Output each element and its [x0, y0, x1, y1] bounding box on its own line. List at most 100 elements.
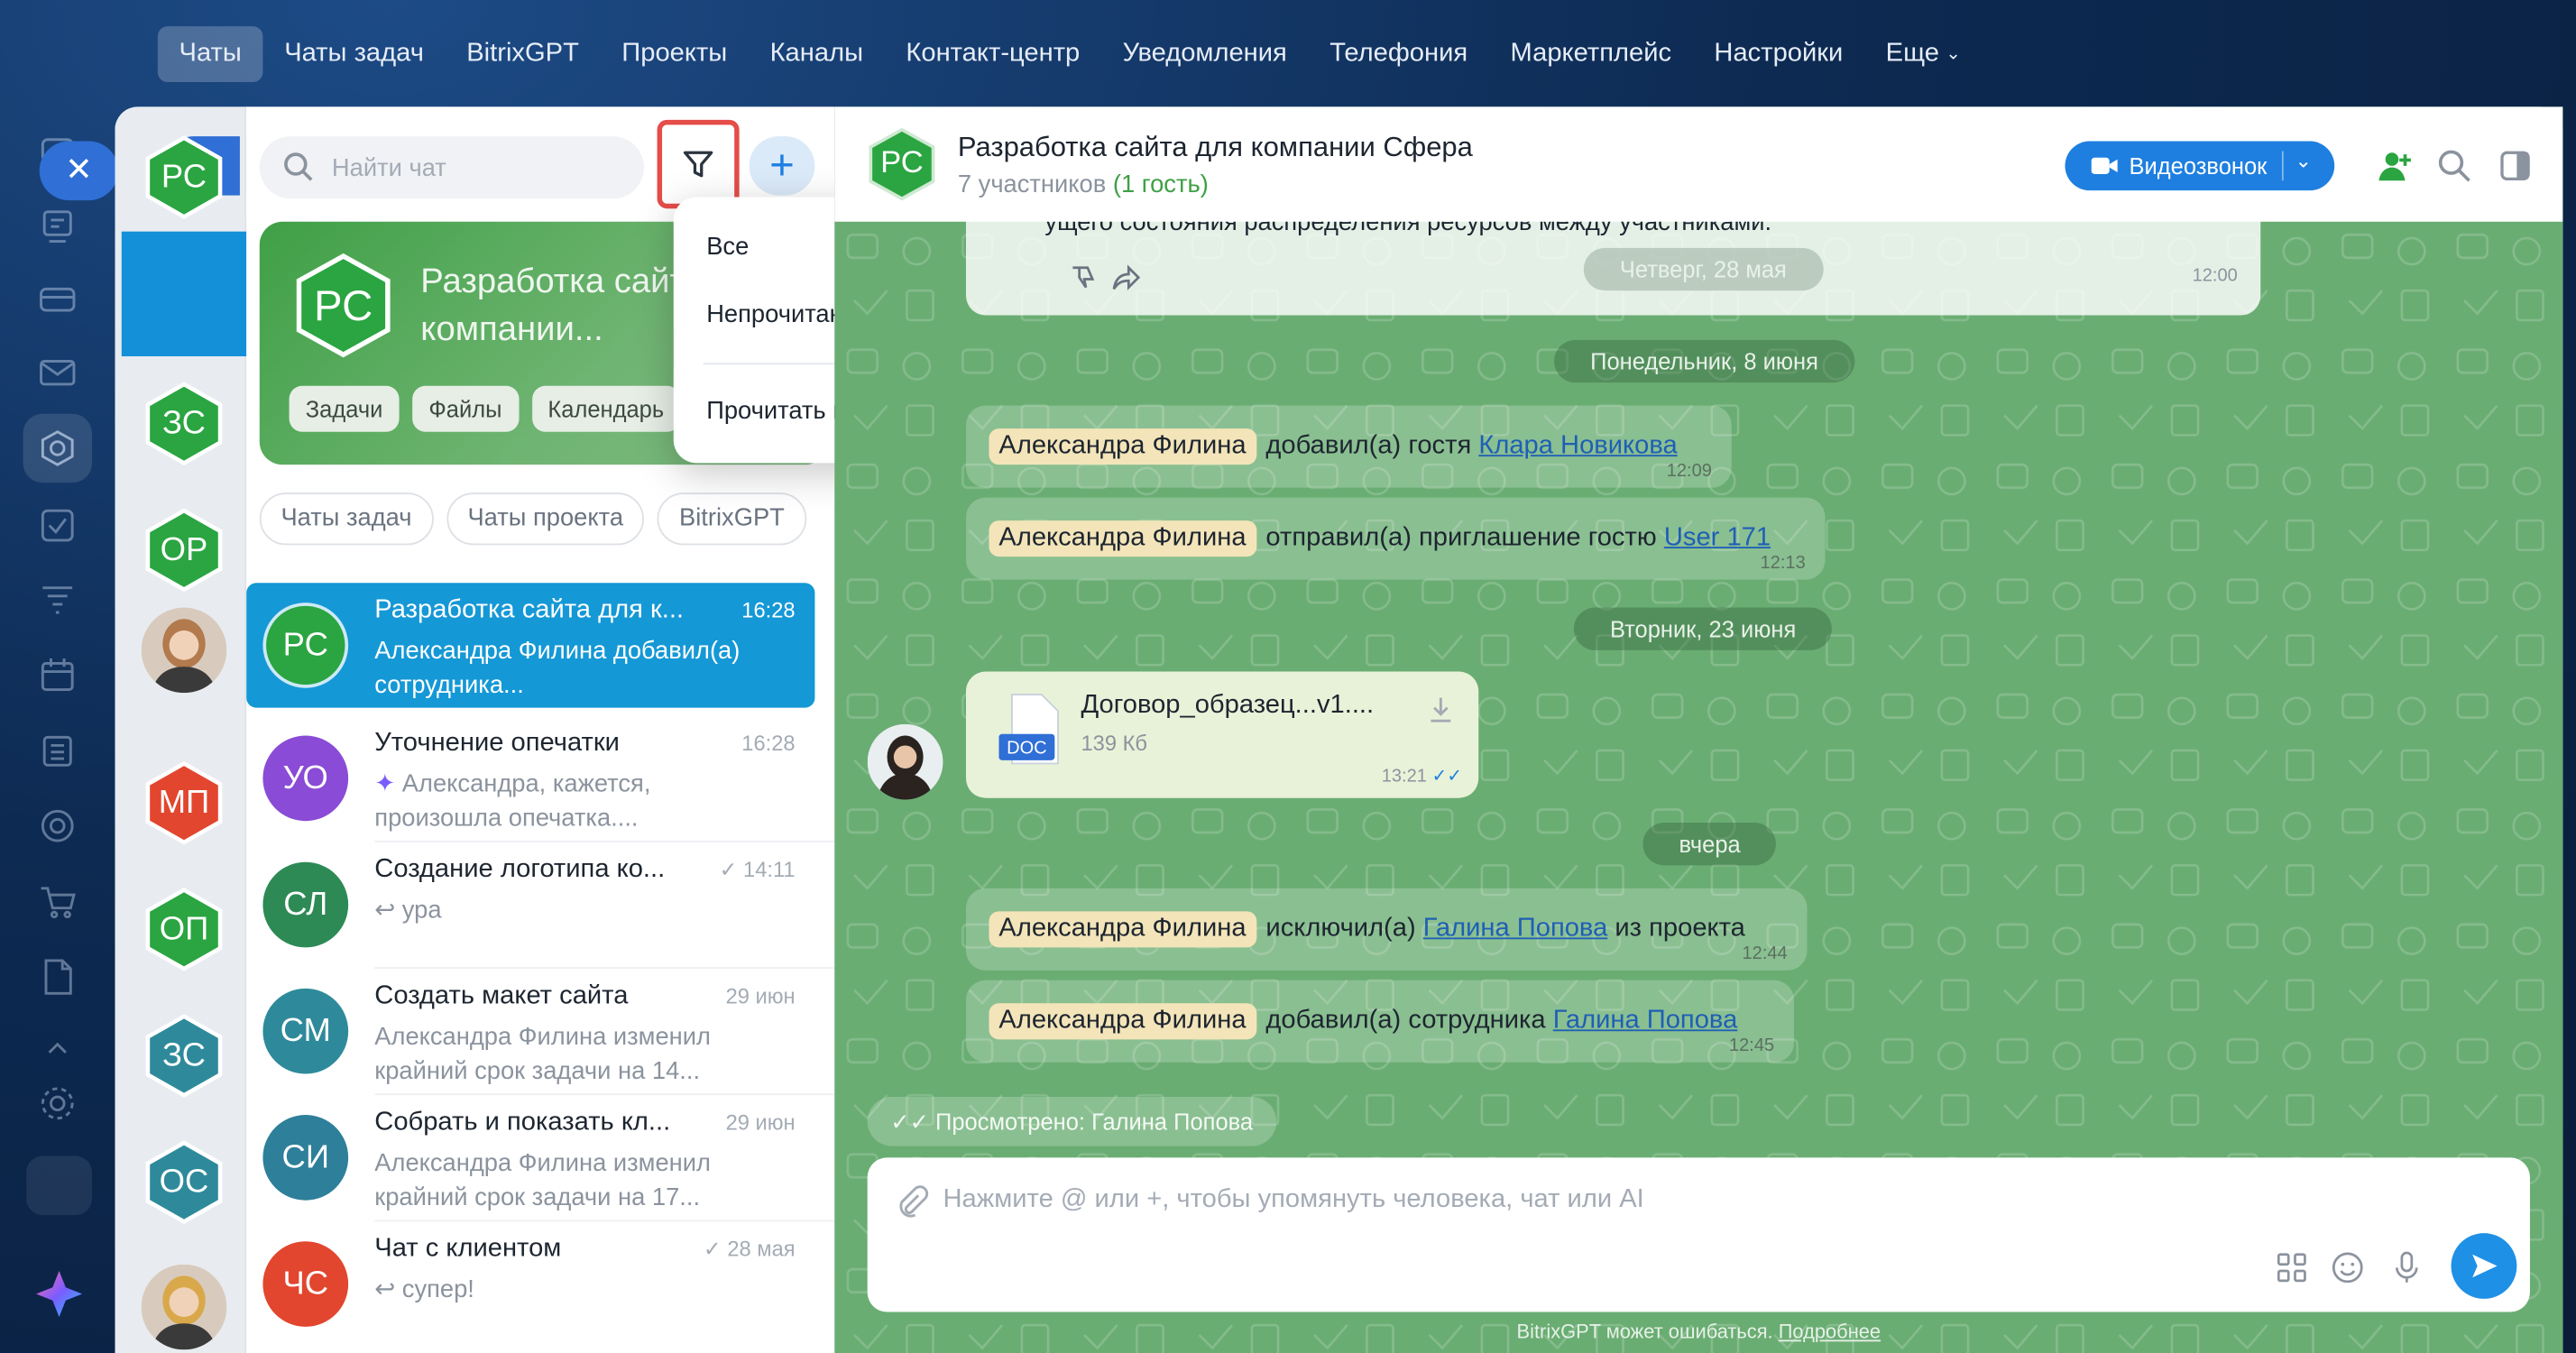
search-field[interactable]: [259, 136, 644, 199]
target-icon[interactable]: [36, 805, 78, 847]
recent-avatar-photo[interactable]: [141, 1264, 227, 1350]
nav-task-chats[interactable]: Чаты задач: [263, 26, 446, 82]
copilot-icon[interactable]: [32, 1267, 85, 1320]
chat-list-item[interactable]: СМ Создать макет сайта 29 июн Александра Фи…: [246, 969, 814, 1093]
mention-link[interactable]: User 171: [1664, 524, 1771, 554]
microphone-icon[interactable]: [2388, 1249, 2424, 1285]
chat-avatar-initials: СИ: [281, 1138, 330, 1175]
message-time: 12:45: [1728, 1035, 1775, 1056]
calendar-icon[interactable]: [36, 654, 78, 696]
checkbox-icon[interactable]: [36, 504, 78, 547]
chat-avatar[interactable]: РС: [864, 126, 940, 202]
recent-chat-avatar[interactable]: ОР: [142, 508, 227, 594]
tasks-icon[interactable]: [36, 206, 78, 248]
chat-title: Создание логотипа ко...: [374, 855, 666, 884]
filter-chip-task-chats[interactable]: Чаты задач: [259, 492, 434, 546]
search-icon[interactable]: [2436, 148, 2472, 184]
chat-preview: Александра Филина изменил крайний срок з…: [374, 1146, 746, 1215]
share-icon[interactable]: [1110, 262, 1143, 292]
author-name[interactable]: Александра Филина: [989, 520, 1256, 557]
hero-chip-calendar[interactable]: Календарь: [531, 385, 681, 432]
top-navigation: Чаты Чаты задач BitrixGPT Проекты Каналы…: [157, 26, 1983, 83]
filter-option-all[interactable]: Все: [706, 233, 749, 261]
chat-list-item[interactable]: РС Разработка сайта для к... 16:28 Александ…: [246, 583, 815, 708]
recent-chat-avatar[interactable]: ОС: [142, 1139, 227, 1225]
file-message[interactable]: DOC Договор_образец...v1.... 139 Кб 13:2…: [965, 671, 1479, 798]
add-user-icon[interactable]: [2378, 148, 2414, 184]
nav-contact-center[interactable]: Контакт-центр: [885, 26, 1101, 82]
chat-list-item[interactable]: УО Уточнение опечатки 16:28 ✦ Александра, к…: [246, 716, 814, 841]
chat-list-item[interactable]: СЛ Создание логотипа ко... ✓ 14:11 ↩ ура: [246, 842, 814, 967]
recent-chat-avatar[interactable]: РС: [142, 134, 227, 220]
recent-avatar-initials: ОР: [160, 530, 208, 567]
nav-marketplace[interactable]: Маркетплейс: [1489, 26, 1693, 82]
plus-icon[interactable]: +: [749, 136, 815, 196]
seen-text: Просмотрено: Галина Попова: [935, 1108, 1254, 1135]
card-icon[interactable]: [36, 278, 78, 320]
mention-link[interactable]: Галина Попова: [1553, 1007, 1738, 1036]
emoji-icon[interactable]: [2330, 1249, 2366, 1285]
apps-grid-icon[interactable]: [2274, 1249, 2310, 1285]
chevron-down-icon[interactable]: ⌄: [2295, 150, 2311, 172]
filter-chip-project-chats[interactable]: Чаты проекта: [446, 492, 645, 546]
nav-bitrixgpt[interactable]: BitrixGPT: [446, 26, 601, 82]
chat-list-item[interactable]: СИ Собрать и показать кл... 29 июн Александ…: [246, 1095, 814, 1220]
nav-projects[interactable]: Проекты: [601, 26, 749, 82]
chat-title[interactable]: Разработка сайта для компании Сфера: [958, 132, 1473, 164]
filter-funnel-icon[interactable]: [36, 578, 78, 621]
dislike-icon[interactable]: [1068, 262, 1100, 292]
chat-title: Создать макет сайта: [374, 981, 629, 1010]
chat-avatar: ЧС: [262, 1241, 349, 1327]
system-action: добавил(а) сотрудника: [1265, 1006, 1546, 1035]
check-icon: ✓: [719, 857, 744, 882]
message-time: 12:09: [1666, 461, 1712, 482]
author-name[interactable]: Александра Филина: [989, 1003, 1256, 1040]
nav-channels[interactable]: Каналы: [749, 26, 885, 82]
hero-chip-tasks[interactable]: Задачи: [289, 385, 400, 432]
nav-settings[interactable]: Настройки: [1693, 26, 1864, 82]
recent-selected-highlight: [121, 231, 247, 357]
hexagon-icon[interactable]: [36, 427, 78, 469]
nav-telephony[interactable]: Телефония: [1309, 26, 1489, 82]
close-icon[interactable]: ✕: [39, 141, 119, 201]
video-call-button[interactable]: Видеозвонок ⌄: [2065, 141, 2335, 191]
recent-chat-avatar[interactable]: ЗС: [142, 1013, 227, 1099]
building-icon[interactable]: [36, 729, 78, 771]
mention-link[interactable]: Клара Новикова: [1478, 432, 1677, 462]
chat-list-item[interactable]: ЧС Чат с клиентом ✓ 28 мая ↩ супер!: [246, 1221, 814, 1346]
file-name[interactable]: Договор_образец...v1....: [1081, 691, 1374, 721]
chevron-up-icon[interactable]: [36, 1026, 78, 1054]
filter-chip-bitrixgpt[interactable]: BitrixGPT: [658, 492, 806, 546]
sidebar-panel-icon[interactable]: [2498, 148, 2534, 184]
hero-chip-files[interactable]: Файлы: [412, 385, 519, 432]
nav-more[interactable]: Еще ⌄: [1864, 26, 1983, 82]
mail-icon[interactable]: [36, 352, 78, 394]
filter-button[interactable]: [657, 119, 740, 209]
author-name[interactable]: Александра Филина: [989, 428, 1256, 465]
chat-time-value: 14:11: [743, 857, 796, 882]
recent-avatar-photo[interactable]: [141, 607, 227, 694]
reply-icon: ↩: [374, 1275, 402, 1304]
recent-chat-avatar[interactable]: ЗС: [142, 381, 227, 466]
gear-icon[interactable]: [36, 1082, 78, 1125]
hero-avatar-initials: РС: [314, 280, 373, 329]
attach-icon[interactable]: [894, 1184, 930, 1220]
recent-chat-avatar[interactable]: ОП: [142, 887, 227, 972]
document-icon[interactable]: [36, 955, 78, 998]
mention-link[interactable]: Галина Попова: [1423, 915, 1608, 944]
author-name[interactable]: Александра Филина: [989, 911, 1256, 948]
message-input[interactable]: [943, 1180, 2093, 1220]
chat-members[interactable]: 7 участников (1 гость): [958, 170, 1209, 198]
send-button[interactable]: [2451, 1233, 2517, 1299]
cart-icon[interactable]: [36, 880, 78, 923]
app-stage: Чаты Чаты задач BitrixGPT Проекты Каналы…: [0, 0, 2576, 1353]
download-icon[interactable]: [1426, 695, 1456, 724]
search-input[interactable]: [331, 136, 628, 199]
nav-notifications[interactable]: Уведомления: [1101, 26, 1309, 82]
recent-chat-avatar[interactable]: МП: [142, 760, 227, 846]
chat-avatar: РС: [262, 603, 349, 688]
check-icon: ✓: [703, 1236, 728, 1262]
sender-avatar[interactable]: [867, 723, 943, 800]
nav-chats[interactable]: Чаты: [157, 26, 263, 83]
disclaimer-more-link[interactable]: Подробнее: [1779, 1321, 1881, 1343]
